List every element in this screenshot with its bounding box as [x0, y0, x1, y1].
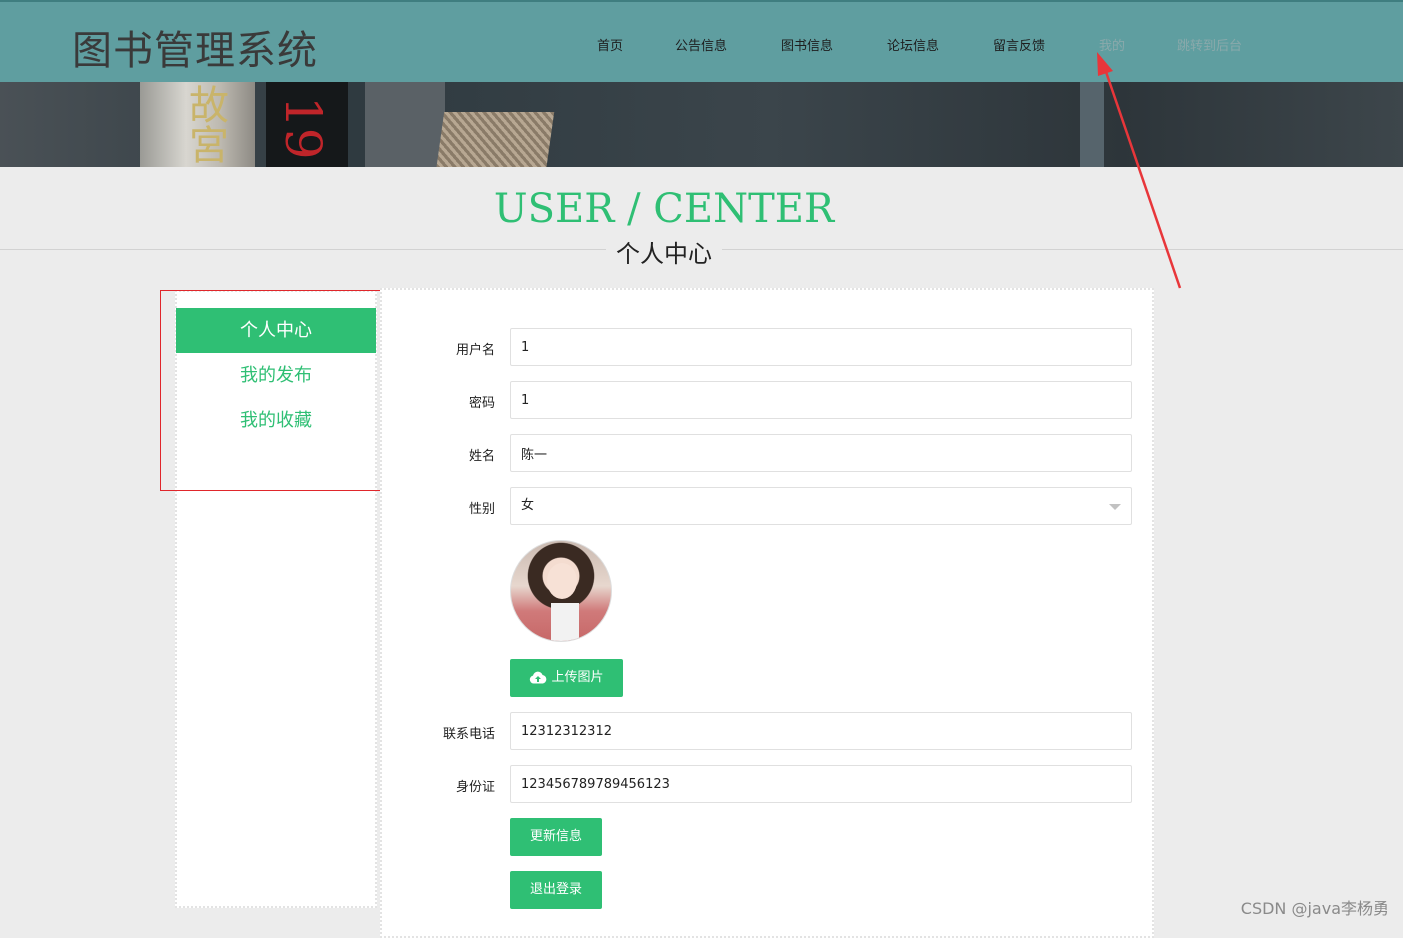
avatar [510, 540, 612, 642]
name-field[interactable] [510, 434, 1132, 472]
username-field[interactable] [510, 328, 1132, 366]
page-title-en: USER / CENTER [493, 186, 835, 232]
sidebar-item-favorites[interactable]: 我的收藏 [176, 398, 376, 443]
nav-item-books[interactable]: 图书信息 [781, 35, 833, 54]
banner-book-spine [1080, 82, 1104, 167]
banner-fabric-book [435, 112, 555, 167]
phone-field[interactable] [510, 712, 1132, 750]
chevron-down-icon [1109, 504, 1121, 510]
gender-select[interactable]: 女 [510, 487, 1132, 525]
nav-item-home[interactable]: 首页 [597, 35, 623, 54]
nav-item-admin[interactable]: 跳转到后台 [1177, 35, 1242, 54]
banner-book-spine [365, 82, 445, 167]
name-label: 姓名 [468, 449, 495, 464]
id-card-field[interactable] [510, 765, 1132, 803]
banner-image: 故宮 19 [0, 82, 1403, 167]
gender-label: 性别 [468, 502, 495, 517]
watermark-text: CSDN @java李杨勇 [1240, 899, 1389, 918]
password-field[interactable] [510, 381, 1132, 419]
avatar-face [547, 563, 577, 599]
nav-item-forum[interactable]: 论坛信息 [887, 35, 939, 54]
username-label: 用户名 [455, 343, 495, 358]
sidebar-item-my-posts[interactable]: 我的发布 [176, 353, 376, 398]
cloud-upload-icon [529, 659, 547, 697]
banner-book-text: 故宮 [182, 84, 228, 164]
update-info-button[interactable]: 更新信息 [510, 818, 602, 856]
password-label: 密码 [468, 396, 495, 411]
phone-label: 联系电话 [442, 727, 495, 742]
page-title-cn: 个人中心 [606, 234, 722, 269]
top-header: 图书管理系统 首页 公告信息 图书信息 论坛信息 留言反馈 我的 跳转到后台 [0, 0, 1403, 82]
upload-image-button[interactable]: 上传图片 [510, 659, 623, 697]
banner-book-text: 19 [274, 96, 332, 160]
avatar-shirt [551, 603, 579, 641]
nav-item-mine[interactable]: 我的 [1099, 35, 1125, 54]
site-logo[interactable]: 图书管理系统 [72, 18, 318, 76]
upload-button-label: 上传图片 [551, 670, 604, 685]
sidebar-item-profile[interactable]: 个人中心 [176, 308, 376, 353]
id-card-label: 身份证 [455, 780, 495, 795]
logout-button[interactable]: 退出登录 [510, 871, 602, 909]
nav-item-feedback[interactable]: 留言反馈 [993, 35, 1045, 54]
nav-item-notice[interactable]: 公告信息 [675, 35, 727, 54]
